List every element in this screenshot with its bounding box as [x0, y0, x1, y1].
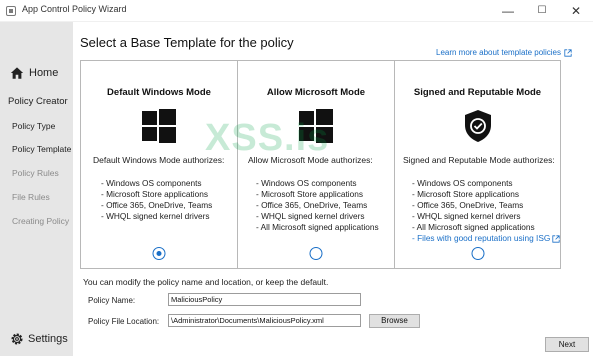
card-description: Signed and Reputable Mode authorizes: [403, 155, 555, 165]
windows-logo-icon [142, 109, 176, 143]
windows-logo-icon [299, 109, 333, 143]
card-signed-reputable-mode[interactable]: Signed and Reputable Mode Signed and Rep… [395, 61, 560, 268]
card-feature-list: - Windows OS components - Microsoft Stor… [412, 178, 560, 244]
sidebar-settings[interactable]: Settings [10, 332, 68, 346]
list-item: - Microsoft Store applications [412, 189, 519, 199]
list-item: - All Microsoft signed applications [256, 222, 379, 232]
learn-more-link[interactable]: Learn more about template policies [436, 48, 572, 57]
browse-button[interactable]: Browse [369, 314, 420, 328]
list-item: - Windows OS components [412, 178, 513, 188]
card-title: Allow Microsoft Mode [266, 87, 366, 98]
sidebar-home-label: Home [29, 67, 59, 79]
policy-location-input[interactable] [168, 314, 361, 327]
policy-location-label: Policy File Location: [88, 317, 160, 326]
learn-more-label: Learn more about template policies [436, 48, 561, 57]
policy-name-label: Policy Name: [88, 296, 136, 305]
page-title: Select a Base Template for the policy [80, 35, 294, 50]
card-description: Default Windows Mode authorizes: [93, 155, 225, 165]
sidebar-item-policy-template[interactable]: Policy Template [12, 144, 71, 154]
gear-icon [11, 333, 23, 345]
list-item: - Office 365, OneDrive, Teams [101, 200, 213, 210]
radio-allow-microsoft-mode[interactable] [309, 247, 323, 260]
radio-default-windows-mode[interactable] [152, 247, 166, 260]
title-bar: App Control Policy Wizard — ☐ ✕ [0, 0, 593, 22]
minimize-button[interactable]: — [491, 0, 525, 22]
window-title: App Control Policy Wizard [22, 4, 127, 14]
sidebar-item-creating-policy[interactable]: Creating Policy [12, 216, 69, 226]
list-item: - Microsoft Store applications [101, 189, 208, 199]
sidebar-item-policy-rules[interactable]: Policy Rules [12, 168, 59, 178]
sidebar-home[interactable]: Home [10, 66, 58, 80]
list-item: - All Microsoft signed applications [412, 222, 535, 232]
list-item: - WHQL signed kernel drivers [256, 211, 365, 221]
sidebar-settings-label: Settings [28, 333, 68, 345]
maximize-button[interactable]: ☐ [525, 0, 559, 22]
form-note: You can modify the policy name and locat… [83, 277, 329, 287]
app-icon [6, 6, 16, 16]
card-description: Allow Microsoft Mode authorizes: [248, 155, 373, 165]
sidebar: Home Policy Creator Policy Type Policy T… [0, 22, 73, 356]
list-item: - Windows OS components [101, 178, 202, 188]
isg-reputation-label: - Files with good reputation using ISG [412, 233, 551, 243]
isg-reputation-link[interactable]: - Files with good reputation using ISG [412, 233, 560, 244]
list-item: - WHQL signed kernel drivers [101, 211, 210, 221]
home-icon [10, 67, 24, 79]
list-item: - Microsoft Store applications [256, 189, 363, 199]
sidebar-item-file-rules[interactable]: File Rules [12, 192, 50, 202]
list-item: - Office 365, OneDrive, Teams [412, 200, 524, 210]
list-item: - WHQL signed kernel drivers [412, 211, 521, 221]
next-button[interactable]: Next [545, 337, 589, 352]
policy-name-input[interactable] [168, 293, 361, 306]
close-button[interactable]: ✕ [559, 0, 593, 22]
shield-check-icon [464, 110, 491, 142]
sidebar-section-title: Policy Creator [8, 96, 68, 107]
card-allow-microsoft-mode[interactable]: Allow Microsoft Mode Allow Microsoft Mod… [238, 61, 395, 268]
external-link-icon [552, 234, 560, 243]
radio-signed-reputable-mode[interactable] [471, 247, 484, 260]
card-feature-list: - Windows OS components - Microsoft Stor… [256, 178, 379, 233]
card-title: Default Windows Mode [107, 87, 211, 98]
list-item: - Windows OS components [256, 178, 357, 188]
external-link-icon [564, 48, 572, 57]
template-cards: Default Windows Mode Default Windows Mod… [80, 60, 561, 269]
card-default-windows-mode[interactable]: Default Windows Mode Default Windows Mod… [81, 61, 238, 268]
sidebar-item-policy-type[interactable]: Policy Type [12, 121, 55, 131]
list-item: - Office 365, OneDrive, Teams [256, 200, 368, 210]
card-feature-list: - Windows OS components - Microsoft Stor… [101, 178, 212, 222]
card-title: Signed and Reputable Mode [413, 87, 542, 98]
